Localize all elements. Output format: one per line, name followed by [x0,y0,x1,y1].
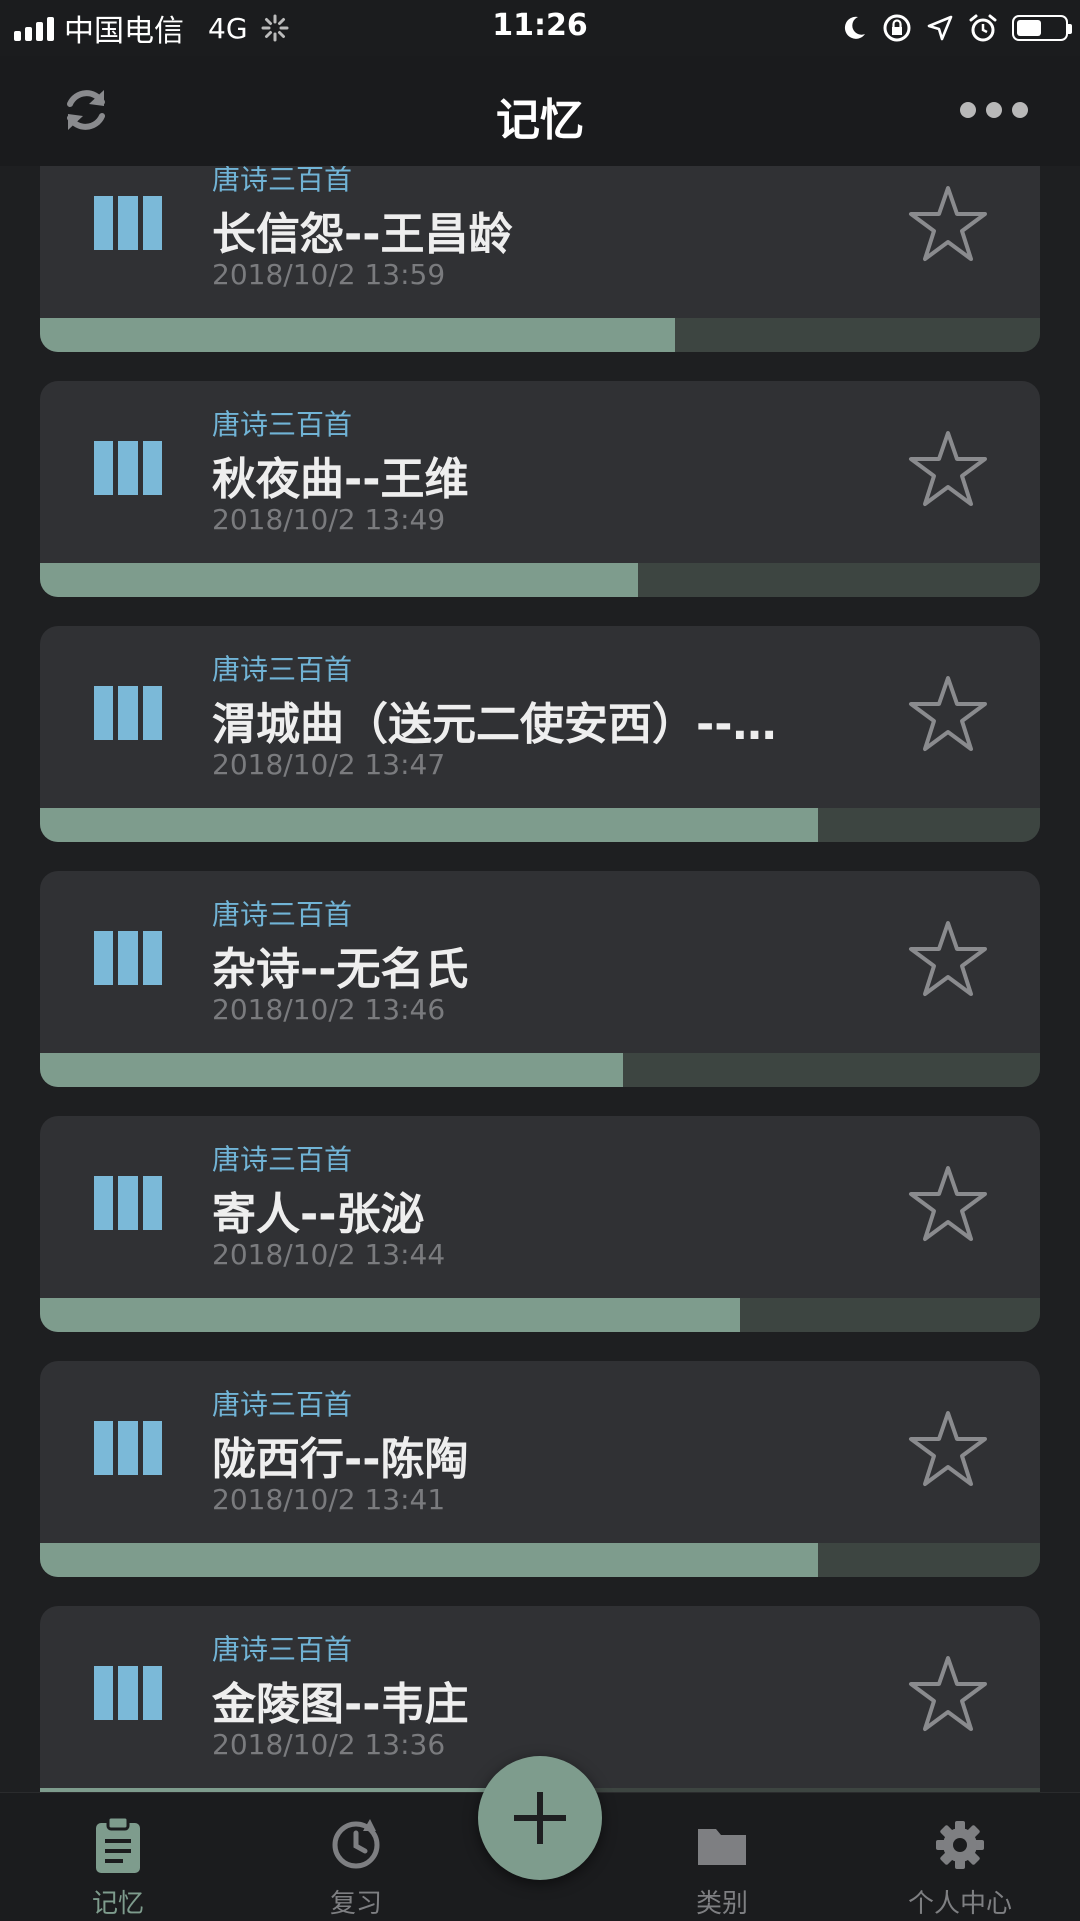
progress-fill [40,318,675,352]
progress-fill [40,1543,818,1577]
progress-bar [40,1543,1040,1577]
progress-bar [40,1053,1040,1087]
item-category: 唐诗三百首 [212,1143,353,1176]
tab-label: 记忆 [91,1889,144,1919]
poem-icon [94,686,162,740]
tab-label: 复习 [329,1889,382,1919]
moon-icon [844,16,865,39]
poem-icon [94,931,162,985]
tab-category[interactable]: 类别 [622,1793,822,1921]
progress-fill [40,563,638,597]
tab-label: 个人中心 [907,1889,1012,1919]
poem-icon [94,1421,162,1475]
star-icon[interactable] [906,917,990,1001]
progress-bar [40,808,1040,842]
item-title: 秋夜曲--王维 [212,454,469,505]
memory-list[interactable]: 唐诗三百首 长信怨--王昌龄 2018/10/2 13:59 唐诗三百首 秋夜曲… [0,166,1080,1792]
progress-fill [40,1298,740,1332]
item-category: 唐诗三百首 [212,898,353,931]
star-icon[interactable] [906,1407,990,1491]
poem-icon [94,1666,162,1720]
item-category: 唐诗三百首 [212,408,353,441]
progress-fill [40,1053,623,1087]
page-title: 记忆 [496,95,584,146]
item-date: 2018/10/2 13:49 [212,503,446,536]
star-icon[interactable] [906,182,990,266]
plus-icon [514,1792,566,1844]
list-item[interactable]: 唐诗三百首 杂诗--无名氏 2018/10/2 13:46 [40,871,1040,1087]
star-icon[interactable] [906,1162,990,1246]
list-item[interactable]: 唐诗三百首 寄人--张泌 2018/10/2 13:44 [40,1116,1040,1332]
item-category: 唐诗三百首 [212,166,353,196]
gear-icon [936,1821,984,1869]
add-button[interactable] [478,1756,602,1880]
folder-icon [698,1829,746,1865]
star-icon[interactable] [906,427,990,511]
item-category: 唐诗三百首 [212,1388,353,1421]
list-item[interactable]: 唐诗三百首 长信怨--王昌龄 2018/10/2 13:59 [40,166,1040,352]
progress-bar [40,1298,1040,1332]
list-item[interactable]: 唐诗三百首 陇西行--陈陶 2018/10/2 13:41 [40,1361,1040,1577]
nav-header: 记忆 [0,56,1080,166]
poem-icon [94,1176,162,1230]
poem-icon [94,441,162,495]
poem-icon [94,196,162,250]
rotation-lock-icon [883,14,911,42]
item-date: 2018/10/2 13:59 [212,258,446,291]
item-date: 2018/10/2 13:36 [212,1728,446,1761]
tab-label: 类别 [695,1889,748,1919]
item-category: 唐诗三百首 [212,653,353,686]
star-icon[interactable] [906,1652,990,1736]
item-date: 2018/10/2 13:41 [212,1483,446,1516]
location-icon [927,15,953,41]
item-title: 金陵图--韦庄 [212,1679,469,1730]
clipboard-icon [96,1815,140,1873]
tab-profile[interactable]: 个人中心 [860,1793,1060,1921]
list-item[interactable]: 唐诗三百首 渭城曲（送元二使安西）--… 2018/10/2 13:47 [40,626,1040,842]
item-title: 寄人--张泌 [212,1189,425,1240]
item-category: 唐诗三百首 [212,1633,353,1666]
star-icon[interactable] [906,672,990,756]
item-title: 陇西行--陈陶 [212,1434,469,1485]
alarm-icon [969,14,997,42]
item-date: 2018/10/2 13:47 [212,748,446,781]
tab-review[interactable]: 复习 [256,1793,456,1921]
progress-fill [40,808,818,842]
history-icon [332,1819,380,1869]
item-date: 2018/10/2 13:46 [212,993,446,1026]
more-icon[interactable] [960,102,1028,118]
item-date: 2018/10/2 13:44 [212,1238,446,1271]
progress-bar [40,563,1040,597]
list-item[interactable]: 唐诗三百首 秋夜曲--王维 2018/10/2 13:49 [40,381,1040,597]
item-title: 杂诗--无名氏 [212,944,469,995]
status-bar: 中国电信 4G 11:26 [0,0,1080,56]
tab-memory[interactable]: 记忆 [18,1793,218,1921]
item-title: 渭城曲（送元二使安西）--… [212,699,777,750]
item-title: 长信怨--王昌龄 [212,209,513,260]
progress-bar [40,318,1040,352]
battery-icon [1012,15,1072,41]
